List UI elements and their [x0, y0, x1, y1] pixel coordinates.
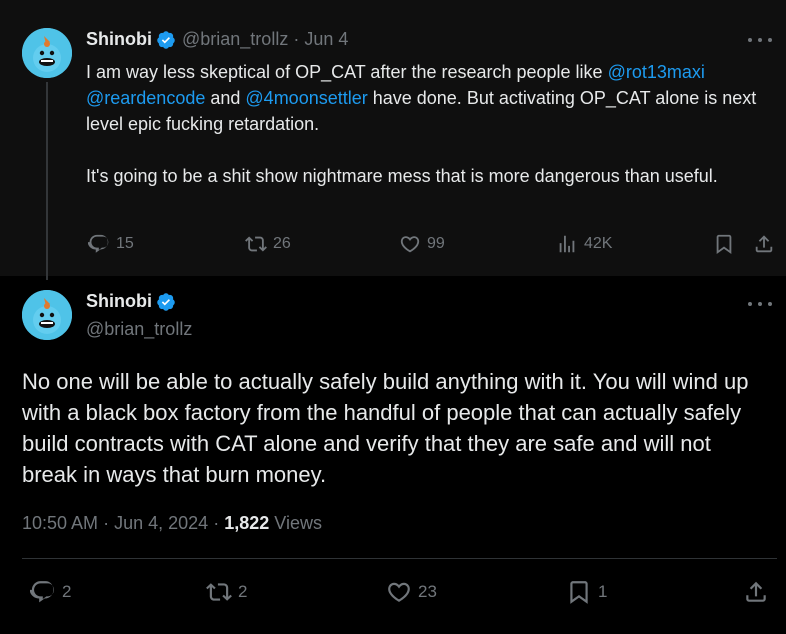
avatar[interactable]: [22, 28, 72, 78]
verified-badge-icon: [156, 292, 176, 312]
views-count: 1,822: [224, 513, 270, 533]
repost-count: 26: [273, 235, 291, 252]
views-label: Views: [274, 513, 322, 533]
heart-icon: [400, 236, 420, 253]
like-count: 99: [427, 235, 445, 252]
separator: ·: [213, 513, 220, 533]
reply-button[interactable]: 2: [30, 579, 71, 605]
more-horizontal-icon[interactable]: [748, 32, 772, 48]
views-chart-icon: [559, 235, 575, 253]
thread-line: [46, 82, 48, 280]
repost-icon: [206, 583, 232, 601]
share-button[interactable]: [743, 579, 769, 605]
avatar-image: [22, 28, 72, 78]
avatar[interactable]: [22, 290, 72, 340]
tweet-date[interactable]: Jun 4: [304, 29, 348, 50]
bookmark-button[interactable]: 1: [566, 579, 607, 605]
reply-icon: [88, 234, 109, 253]
like-count: 23: [418, 582, 437, 601]
repost-count: 2: [238, 582, 248, 601]
avatar-image: [22, 290, 72, 340]
views-count: 42K: [584, 235, 613, 252]
reply-count: 15: [116, 235, 134, 252]
tweet-date[interactable]: Jun 4, 2024: [114, 513, 208, 533]
bookmark-count: 1: [598, 582, 608, 601]
repost-icon: [245, 236, 267, 252]
reply-button[interactable]: 15: [88, 233, 134, 255]
like-button[interactable]: 99: [399, 233, 445, 255]
text-segment: I am way less skeptical of OP_CAT after …: [86, 62, 608, 82]
bookmark-icon: [570, 581, 588, 604]
separator: ·: [103, 513, 110, 533]
bookmark-icon: [716, 234, 732, 255]
like-button[interactable]: 23: [386, 579, 437, 605]
bookmark-button[interactable]: [713, 233, 735, 255]
mention-link[interactable]: @reardencode: [86, 88, 205, 108]
tweet-time[interactable]: 10:50 AM: [22, 513, 98, 533]
heart-icon: [388, 582, 410, 602]
repost-button[interactable]: 26: [245, 233, 291, 255]
share-icon: [755, 235, 773, 253]
share-icon: [746, 581, 766, 602]
reply-icon: [30, 581, 54, 603]
separator: ·: [293, 29, 300, 49]
reply-count: 2: [62, 582, 72, 601]
handle[interactable]: @brian_trollz: [86, 319, 192, 340]
share-button[interactable]: [753, 233, 775, 255]
parent-header: Shinobi @brian_trollz · Jun 4: [86, 29, 348, 50]
display-name[interactable]: Shinobi: [86, 29, 152, 50]
main-tweet-text: No one will be able to actually safely b…: [22, 369, 755, 487]
more-horizontal-icon[interactable]: [748, 296, 772, 312]
parent-tweet[interactable]: Shinobi @brian_trollz · Jun 4 I am way l…: [0, 0, 786, 280]
parent-tweet-text: I am way less skeptical of OP_CAT after …: [86, 59, 776, 189]
tweet-meta: 10:50 AM · Jun 4, 2024 · 1,822 Views: [22, 513, 322, 534]
verified-badge-icon: [156, 30, 176, 50]
text-segment: and: [205, 88, 246, 108]
mention-link[interactable]: @rot13maxi: [608, 62, 705, 82]
repost-button[interactable]: 2: [206, 579, 247, 605]
views-button[interactable]: 42K: [556, 233, 612, 255]
handle[interactable]: @brian_trollz: [182, 29, 288, 50]
main-header: Shinobi: [86, 291, 176, 312]
mention-link[interactable]: @4moonsettler: [245, 88, 367, 108]
divider: [22, 558, 777, 559]
display-name[interactable]: Shinobi: [86, 291, 152, 312]
